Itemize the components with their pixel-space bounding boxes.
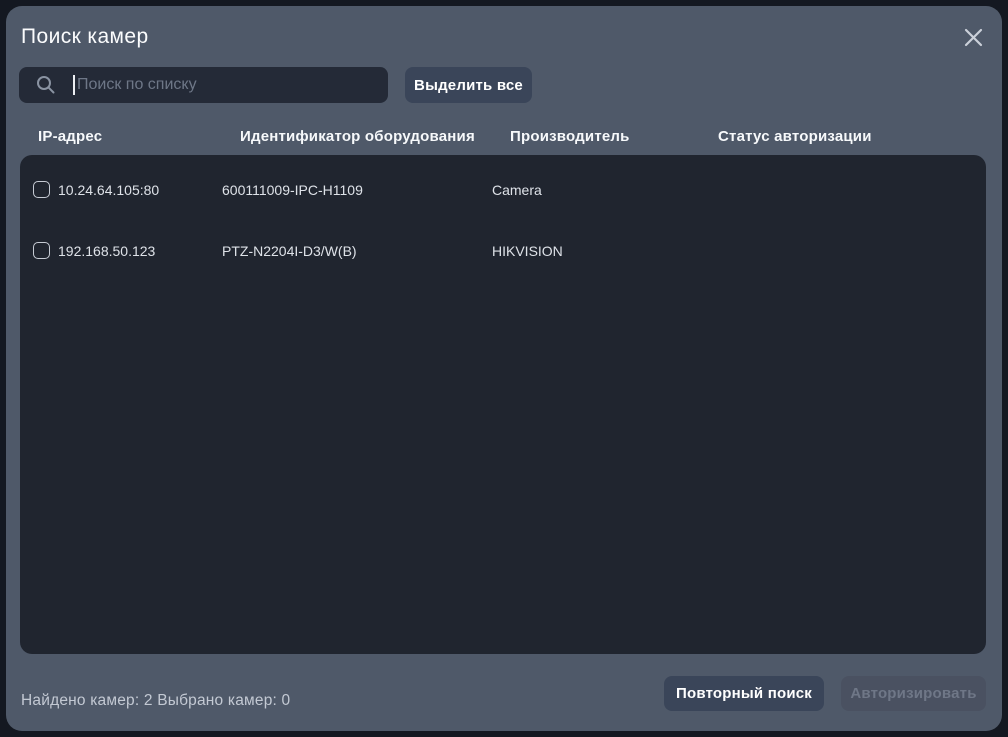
- cell-device-id: PTZ-N2204I-D3/W(B): [222, 243, 357, 259]
- row-checkbox[interactable]: [33, 242, 50, 259]
- summary-text: Найдено камер: 2 Выбрано камер: 0: [21, 692, 291, 709]
- search-box: [19, 67, 388, 103]
- row-checkbox[interactable]: [33, 181, 50, 198]
- table-column-headers: IP-адрес Идентификатор оборудования Прои…: [6, 128, 1002, 150]
- camera-search-dialog: Поиск камер Выделить все IP-адрес Иденти…: [6, 6, 1002, 731]
- table-row[interactable]: 192.168.50.123 PTZ-N2204I-D3/W(B) HIKVIS…: [20, 220, 986, 281]
- cell-manufacturer: HIKVISION: [492, 243, 563, 259]
- column-header-manufacturer: Производитель: [510, 128, 630, 145]
- select-all-button[interactable]: Выделить все: [405, 67, 532, 103]
- cell-ip: 10.24.64.105:80: [58, 182, 160, 198]
- column-header-auth-status: Статус авторизации: [718, 128, 872, 145]
- authorize-button[interactable]: Авторизировать: [841, 676, 986, 711]
- close-icon: [963, 27, 984, 48]
- repeat-search-button[interactable]: Повторный поиск: [664, 676, 824, 711]
- column-header-ip: IP-адрес: [38, 128, 103, 145]
- text-caret: [73, 75, 75, 95]
- cell-manufacturer: Camera: [492, 182, 542, 198]
- camera-table: 10.24.64.105:80 600111009-IPC-H1109 Came…: [20, 155, 986, 654]
- cell-device-id: 600111009-IPC-H1109: [222, 182, 363, 198]
- cell-ip: 192.168.50.123: [58, 243, 156, 259]
- column-header-device-id: Идентификатор оборудования: [240, 128, 475, 145]
- page-title: Поиск камер: [21, 25, 149, 48]
- table-row[interactable]: 10.24.64.105:80 600111009-IPC-H1109 Came…: [20, 159, 986, 220]
- close-button[interactable]: [958, 22, 988, 52]
